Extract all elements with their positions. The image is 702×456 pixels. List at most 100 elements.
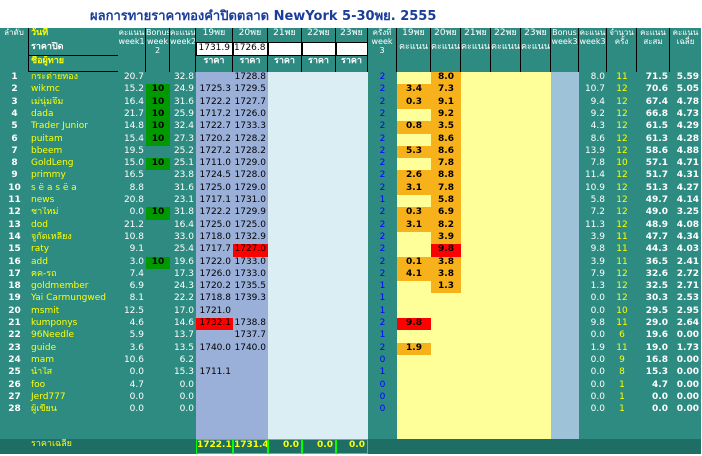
total-score: 66.8 [637, 109, 670, 121]
times-week3: 2 [368, 343, 397, 355]
filler-w3 [579, 416, 607, 439]
price-day5 [336, 404, 368, 416]
total-score: 58.6 [637, 146, 670, 158]
bonus-week2 [146, 293, 170, 306]
row-index: 27 [0, 392, 29, 404]
filler-s1 [397, 416, 431, 439]
price-day1: 1722.2 [196, 207, 233, 220]
price-day1: 1727.2 [196, 146, 233, 158]
score-day4 [491, 404, 521, 416]
price-day5 [336, 158, 368, 170]
bonus-week2 [146, 170, 170, 183]
count: 11 [607, 318, 637, 330]
price-day1: 1711.1 [196, 367, 233, 380]
price-day3 [268, 244, 302, 257]
score-day5 [521, 367, 551, 380]
count: 11 [607, 244, 637, 257]
player-name: goldmember [29, 281, 118, 293]
date-header-4: 22พย [302, 28, 336, 42]
score-week3: 0.0 [579, 330, 607, 343]
bonus-week3 [551, 367, 579, 380]
avg-price-day4: 0.0 [302, 439, 336, 454]
price-day2: 1729.9 [233, 207, 268, 220]
score-day4 [491, 84, 521, 97]
times-week3: 2 [368, 146, 397, 158]
score-day4 [491, 367, 521, 380]
bonus-week2: 10 [146, 121, 170, 134]
price-day3 [268, 220, 302, 232]
score-day5 [521, 318, 551, 330]
score-week2: 15.3 [170, 367, 196, 380]
player-name: Jerd777 [29, 392, 118, 404]
player-name: guide [29, 343, 118, 355]
row-index: 16 [0, 257, 29, 269]
price-day3 [268, 84, 302, 97]
price-day3 [268, 306, 302, 318]
score-day5 [521, 109, 551, 121]
count: 11 [607, 232, 637, 244]
score-header-1: คะแนน [397, 42, 431, 72]
avg-s4 [491, 439, 521, 454]
score-day4 [491, 392, 521, 404]
score-week3: 10.9 [579, 183, 607, 195]
price-day4 [302, 195, 336, 207]
player-name: กระต่ายทอง [29, 72, 118, 84]
price-day3 [268, 257, 302, 269]
score-day4 [491, 244, 521, 257]
price-day4 [302, 84, 336, 97]
player-name: ชาใหม่ [29, 207, 118, 220]
bonus-week3 [551, 134, 579, 146]
bonus-week2 [146, 392, 170, 404]
price-day3 [268, 330, 302, 343]
times-week3: 0 [368, 355, 397, 367]
row-index: 13 [0, 220, 29, 232]
score-day3 [461, 72, 491, 84]
score-day3 [461, 195, 491, 207]
score-day4 [491, 269, 521, 281]
score-week3: 9.2 [579, 109, 607, 121]
score-week2: 31.8 [170, 207, 196, 220]
player-name: add [29, 257, 118, 269]
avg-s5 [521, 439, 551, 454]
price-day2: 1728.8 [233, 72, 268, 84]
score-week2: 13.7 [170, 330, 196, 343]
score-day4 [491, 306, 521, 318]
score-week2: 25.1 [170, 158, 196, 170]
bonus-week2 [146, 404, 170, 416]
date-header-1: 19พย [196, 28, 233, 42]
score-day3 [461, 367, 491, 380]
times-week3: 2 [368, 97, 397, 109]
score-day2 [431, 355, 461, 367]
score-day5 [521, 232, 551, 244]
score-week3: 0.0 [579, 306, 607, 318]
score-week2: 25.9 [170, 109, 196, 121]
score-date-header-5: 23พย [521, 28, 551, 42]
score-day3 [461, 293, 491, 306]
price-day3 [268, 355, 302, 367]
score-day1 [397, 306, 431, 318]
row-index: 7 [0, 146, 29, 158]
player-name: Trader Junior [29, 121, 118, 134]
score-day5 [521, 195, 551, 207]
score-week3: 0.0 [579, 293, 607, 306]
avg-price-day3: 0.0 [268, 439, 302, 454]
price-day5 [336, 72, 368, 84]
score-day2 [431, 404, 461, 416]
score-day4 [491, 72, 521, 84]
price-day5 [336, 220, 368, 232]
score-week1: 20.8 [118, 195, 146, 207]
score-week3: 0.0 [579, 380, 607, 392]
score-day3 [461, 281, 491, 293]
score-day4 [491, 158, 521, 170]
bonus-week2-header: Bonus week 2 [146, 28, 170, 72]
price-day1: 1722.0 [196, 257, 233, 269]
score-week1: 20.7 [118, 72, 146, 84]
total-score: 29.5 [637, 306, 670, 318]
score-week3: 0.0 [579, 367, 607, 380]
score-day2: 9.1 [431, 97, 461, 109]
score-day3 [461, 146, 491, 158]
row-index: 23 [0, 343, 29, 355]
bonus-week3 [551, 355, 579, 367]
price-day5 [336, 257, 368, 269]
score-week1: 3.6 [118, 343, 146, 355]
